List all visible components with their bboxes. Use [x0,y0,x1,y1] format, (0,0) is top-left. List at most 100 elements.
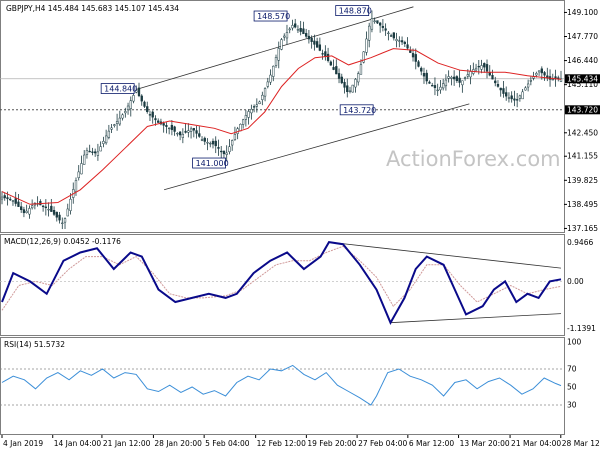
macd-y-tick-label: -1.1391 [567,324,596,333]
candle-body [296,29,300,31]
chart-canvas: ActionForex.com GBPJPY,H4 145.484 145.68… [0,0,600,448]
candle-body [6,197,9,200]
candle-body [305,33,308,37]
candle-body [143,101,146,107]
candle-body [0,196,4,200]
candle-body [442,83,445,89]
watermark-text: ActionForex.com [386,147,561,171]
candle-body [192,128,195,131]
candle-body [206,142,209,144]
candle-body [104,135,108,144]
candle-body [50,205,53,212]
candle-body [381,25,385,28]
candle-body [258,101,261,105]
candle-body [214,140,217,147]
candle-body [368,25,371,41]
candle-body [307,35,311,40]
price-panel-title: GBPJPY,H4 145.484 145.683 145.107 145.43… [6,4,179,13]
candle-body [310,37,313,42]
candle-body [241,119,245,125]
candle-body [450,76,453,79]
candle-body [222,150,226,155]
candle-body [176,132,179,135]
candle-body [11,200,15,202]
candle-body [85,150,89,155]
candle-body [74,180,78,192]
candle-body [452,76,456,80]
candle-body [173,126,176,132]
price-annotation-label: 148.870 [339,7,372,16]
candle-body [395,39,398,42]
candle-body [357,73,360,83]
price-y-tick-label: 139.825 [567,176,598,185]
rsi-panel-frame [0,337,565,435]
candle-body [477,65,480,68]
candle-body [14,198,17,204]
candle-body [507,97,511,99]
candle-body [370,18,374,30]
candle-body [387,32,390,35]
candle-body [9,198,12,201]
candle-body [17,201,20,207]
rsi-y-tick-label: 70 [567,365,577,374]
candle-body [346,85,349,92]
candle-body [373,20,376,22]
time-tick-label: 21 Jan 12:00 [103,439,151,448]
candle-body [417,61,420,67]
time-tick-label: 28 Jan 20:00 [154,439,202,448]
candle-body [313,40,316,45]
time-tick-label: 12 Feb 12:00 [257,439,306,448]
candle-body [110,127,113,130]
candle-body [63,218,67,223]
candle-body [461,80,464,86]
candle-body [99,146,102,152]
candle-body [274,57,278,66]
candle-body [151,111,154,118]
candle-body [200,139,204,141]
candle-body [239,123,242,132]
price-annotation-label: 143.720 [343,106,376,115]
macd-y-tick-label: 0.00 [567,277,584,286]
candle-body [513,98,516,101]
candle-body [69,198,72,211]
candle-body [148,114,152,116]
candle-body [499,87,502,91]
candle-body [294,23,297,28]
candle-body [384,28,387,31]
candle-body [211,140,215,145]
candle-body [540,68,543,74]
time-tick-label: 5 Feb 04:00 [205,439,250,448]
candle-body [61,222,64,224]
candle-body [22,209,26,214]
candle-body [299,27,302,32]
candle-body [483,63,486,68]
candle-body [96,151,100,156]
candle-body [458,77,461,83]
candle-body [225,152,228,155]
candle-body [376,20,379,24]
candle-body [337,73,341,79]
candle-body [220,150,223,153]
rsi-y-tick-label: 100 [567,338,582,347]
time-tick-label: 6 Mar 12:00 [409,439,455,448]
candle-body [269,74,272,83]
gbpjpy-h4-chart: ActionForex.com GBPJPY,H4 145.484 145.68… [0,0,600,450]
candle-body [455,76,459,81]
price-y-tick-label: 141.155 [567,152,598,161]
candle-body [154,118,157,121]
candle-body [340,76,343,84]
candle-body [283,35,286,38]
candle-body [359,64,363,75]
candle-body [140,95,143,102]
candle-body [510,95,513,100]
candle-body [444,79,448,87]
candle-body [178,131,182,136]
candle-body [365,38,368,53]
candle-body [529,80,533,82]
candle-body [162,123,165,126]
candle-body [406,44,409,49]
candle-body [25,210,28,213]
candle-body [115,121,119,124]
candle-body [231,140,234,146]
candle-body [47,208,50,211]
